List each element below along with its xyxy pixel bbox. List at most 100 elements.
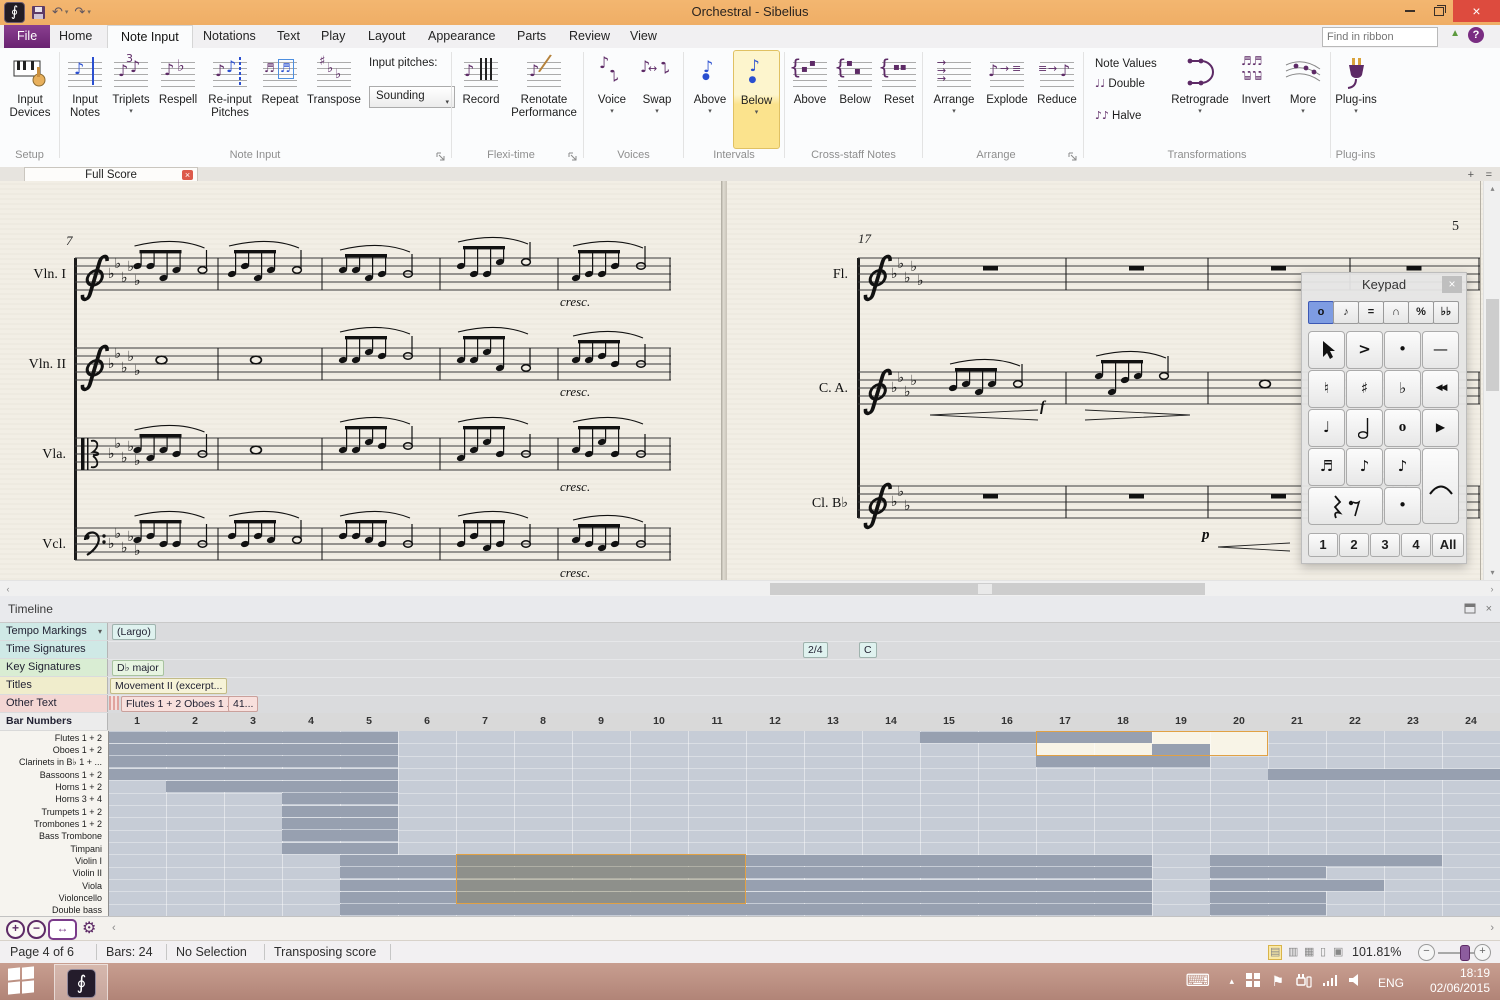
zoom-out-button[interactable]: − xyxy=(1418,944,1435,961)
cresc-marking-1[interactable]: cresc. xyxy=(560,294,590,310)
keypad-quarter-note-button[interactable]: ♩ xyxy=(1308,409,1345,447)
tab-parts[interactable]: Parts xyxy=(504,25,559,48)
timeline-block[interactable] xyxy=(108,731,398,743)
status-page[interactable]: Page 4 of 6 xyxy=(10,945,74,959)
keypad-tab-beams[interactable]: = xyxy=(1358,301,1384,324)
staff-label-vln1[interactable]: Vln. I xyxy=(14,267,66,283)
timeline-block[interactable] xyxy=(1210,892,1326,903)
keypad-voice-4-button[interactable]: 4 xyxy=(1401,533,1431,557)
taskbar-sibelius-button[interactable]: ∮ xyxy=(54,964,108,1000)
timeline-block[interactable] xyxy=(920,731,1036,743)
keypad-voice-2-button[interactable]: 2 xyxy=(1339,533,1369,557)
timeline-close-icon[interactable]: × xyxy=(1486,603,1492,615)
timeline-block[interactable] xyxy=(340,904,1152,916)
reinput-pitches-button[interactable]: ♪ ♪ Re-input Pitches xyxy=(204,50,256,147)
more-button[interactable]: More ▾ xyxy=(1280,50,1326,147)
time-signature-chip-c[interactable]: C xyxy=(859,642,877,658)
minimize-button[interactable] xyxy=(1395,0,1424,22)
timeline-zoom-out-button[interactable]: − xyxy=(27,920,46,939)
keypad-tab-articulations[interactable]: ∩ xyxy=(1383,301,1409,324)
keypad-rewind-button[interactable]: ◀◀ xyxy=(1422,370,1459,408)
timeline-block[interactable] xyxy=(282,830,398,842)
input-notes-button[interactable]: ♪ Input Notes xyxy=(62,50,108,147)
timeline-instrument-label[interactable]: Violin I xyxy=(75,856,102,866)
timeline-block[interactable] xyxy=(1210,904,1326,916)
timeline-block[interactable] xyxy=(166,781,398,792)
scroll-right-icon[interactable]: › xyxy=(1484,581,1500,597)
keypad-cursor-button[interactable] xyxy=(1308,331,1345,369)
arrange-button[interactable]: → → → Arrange ▾ xyxy=(928,50,980,147)
tab-note-input[interactable]: Note Input xyxy=(107,25,193,49)
timeline-scroll-left-icon[interactable]: ‹ xyxy=(112,922,116,934)
timeline-tracks[interactable]: Flutes 1 + 2 Oboes 1 + 2 Clarinets in B♭ 1… xyxy=(0,731,1500,916)
keypad-whole-note-button[interactable]: o xyxy=(1384,409,1421,447)
tab-appearance[interactable]: Appearance xyxy=(415,25,508,48)
cross-staff-below-button[interactable]: {▪ ▪ Below xyxy=(834,50,876,147)
plugins-button[interactable]: Plug-ins ▾ xyxy=(1332,50,1380,147)
close-score-tab-icon[interactable]: × xyxy=(182,170,193,180)
timeline-instrument-label[interactable]: Horns 3 + 4 xyxy=(55,794,102,804)
keypad-eighth-note-button[interactable]: ♪ xyxy=(1346,448,1383,486)
vertical-scroll-thumb[interactable] xyxy=(1486,299,1499,391)
close-button[interactable]: × xyxy=(1453,0,1500,22)
timeline-row-time-signatures[interactable]: Time Signatures xyxy=(0,641,108,658)
timeline-instrument-label[interactable]: Oboes 1 + 2 xyxy=(53,745,102,755)
timeline-settings-gear-icon[interactable]: ⚙ xyxy=(82,918,96,938)
keypad-accent-button[interactable]: > xyxy=(1346,331,1383,369)
input-pitches-select[interactable]: Sounding ▾ xyxy=(369,86,455,108)
other-text-chip-2[interactable]: 41... xyxy=(228,696,259,712)
renotate-performance-button[interactable]: ♪ / Renotate Performance xyxy=(508,48,580,147)
timeline-fit-width-button[interactable]: ↔ xyxy=(48,919,77,940)
timeline-block[interactable] xyxy=(1036,756,1210,768)
keypad-tab-jazz[interactable]: % xyxy=(1408,301,1434,324)
staff-label-vcl[interactable]: Vcl. xyxy=(14,537,66,553)
keypad-dot-button[interactable]: • xyxy=(1384,487,1421,525)
status-transposing[interactable]: Transposing score xyxy=(274,945,376,959)
keypad-quaver-button[interactable]: ♪ xyxy=(1384,448,1421,486)
timeline-row-titles[interactable]: Titles xyxy=(0,677,108,694)
keypad-tab-second[interactable]: ♪ xyxy=(1333,301,1359,324)
timeline-instrument-label[interactable]: Bass Trombone xyxy=(39,831,102,841)
transpose-button[interactable]: ♯ ♭ ♭ Transpose xyxy=(304,50,364,147)
zoom-slider-thumb[interactable] xyxy=(1460,945,1470,961)
timeline-block[interactable] xyxy=(108,756,398,768)
record-button[interactable]: ♪ Record xyxy=(456,50,506,147)
triplets-button[interactable]: 3 ♪ ♪ Triplets ▾ xyxy=(110,50,152,147)
intervals-below-button[interactable]: ♪ ● Below ▾ xyxy=(733,50,780,149)
new-tab-icon[interactable]: + xyxy=(1468,169,1474,181)
horizontal-scrollbar[interactable]: ‹ › xyxy=(0,580,1500,597)
score-canvas[interactable]: 7 17 5 Vln. I Vln. II Vla. Vcl. Fl. C. A… xyxy=(0,181,1483,580)
timeline-block[interactable] xyxy=(1210,867,1326,879)
keypad-tab-common[interactable]: o xyxy=(1308,301,1334,324)
timeline-block[interactable] xyxy=(1210,879,1384,891)
restore-button[interactable] xyxy=(1424,0,1453,22)
timeline-block[interactable] xyxy=(282,818,398,829)
timeline-instrument-label[interactable]: Viola xyxy=(82,881,102,891)
tab-play[interactable]: Play xyxy=(308,25,358,48)
keypad-rest-button[interactable] xyxy=(1308,487,1383,525)
timeline-row-tempo[interactable]: Tempo Markings ▾ xyxy=(0,623,108,640)
find-in-ribbon-input[interactable] xyxy=(1322,27,1438,47)
timeline-row-key-signatures[interactable]: Key Signatures xyxy=(0,659,108,676)
timeline-zoom-in-button[interactable]: + xyxy=(6,920,25,939)
timeline-instrument-label[interactable]: Timpani xyxy=(70,844,102,854)
staff-label-ca[interactable]: C. A. xyxy=(796,381,848,397)
timeline-instrument-label[interactable]: Trumpets 1 + 2 xyxy=(42,807,102,817)
zoom-in-button[interactable]: + xyxy=(1474,944,1491,961)
timeline-selection[interactable] xyxy=(456,854,746,904)
other-text-chip[interactable]: Flutes 1 + 2 Oboes 1 ... xyxy=(121,696,241,712)
reduce-button[interactable]: ≡ → ♪ Reduce xyxy=(1034,50,1080,147)
input-devices-button[interactable]: Input Devices xyxy=(2,50,58,147)
retrograde-button[interactable]: Retrograde ▾ xyxy=(1168,50,1232,147)
status-selection[interactable]: No Selection xyxy=(176,945,247,959)
view-pages-icon[interactable]: ▥ xyxy=(1288,946,1298,959)
touch-keyboard-icon[interactable]: ⌨ xyxy=(1185,972,1210,989)
timeline-instrument-label[interactable]: Bassoons 1 + 2 xyxy=(40,770,102,780)
invert-button[interactable]: ♬♬ ♬♬ Invert xyxy=(1234,50,1278,147)
halve-button[interactable]: ♪♪ Halve xyxy=(1095,110,1165,132)
timeline-scroll-right-icon[interactable]: › xyxy=(1490,922,1494,934)
respell-button[interactable]: ♪ ♭ Respell xyxy=(154,50,202,147)
keypad-voice-1-button[interactable]: 1 xyxy=(1308,533,1338,557)
tempo-dropdown-icon[interactable]: ▾ xyxy=(98,623,102,640)
keypad-sharp-button[interactable]: ♯ xyxy=(1346,370,1383,408)
